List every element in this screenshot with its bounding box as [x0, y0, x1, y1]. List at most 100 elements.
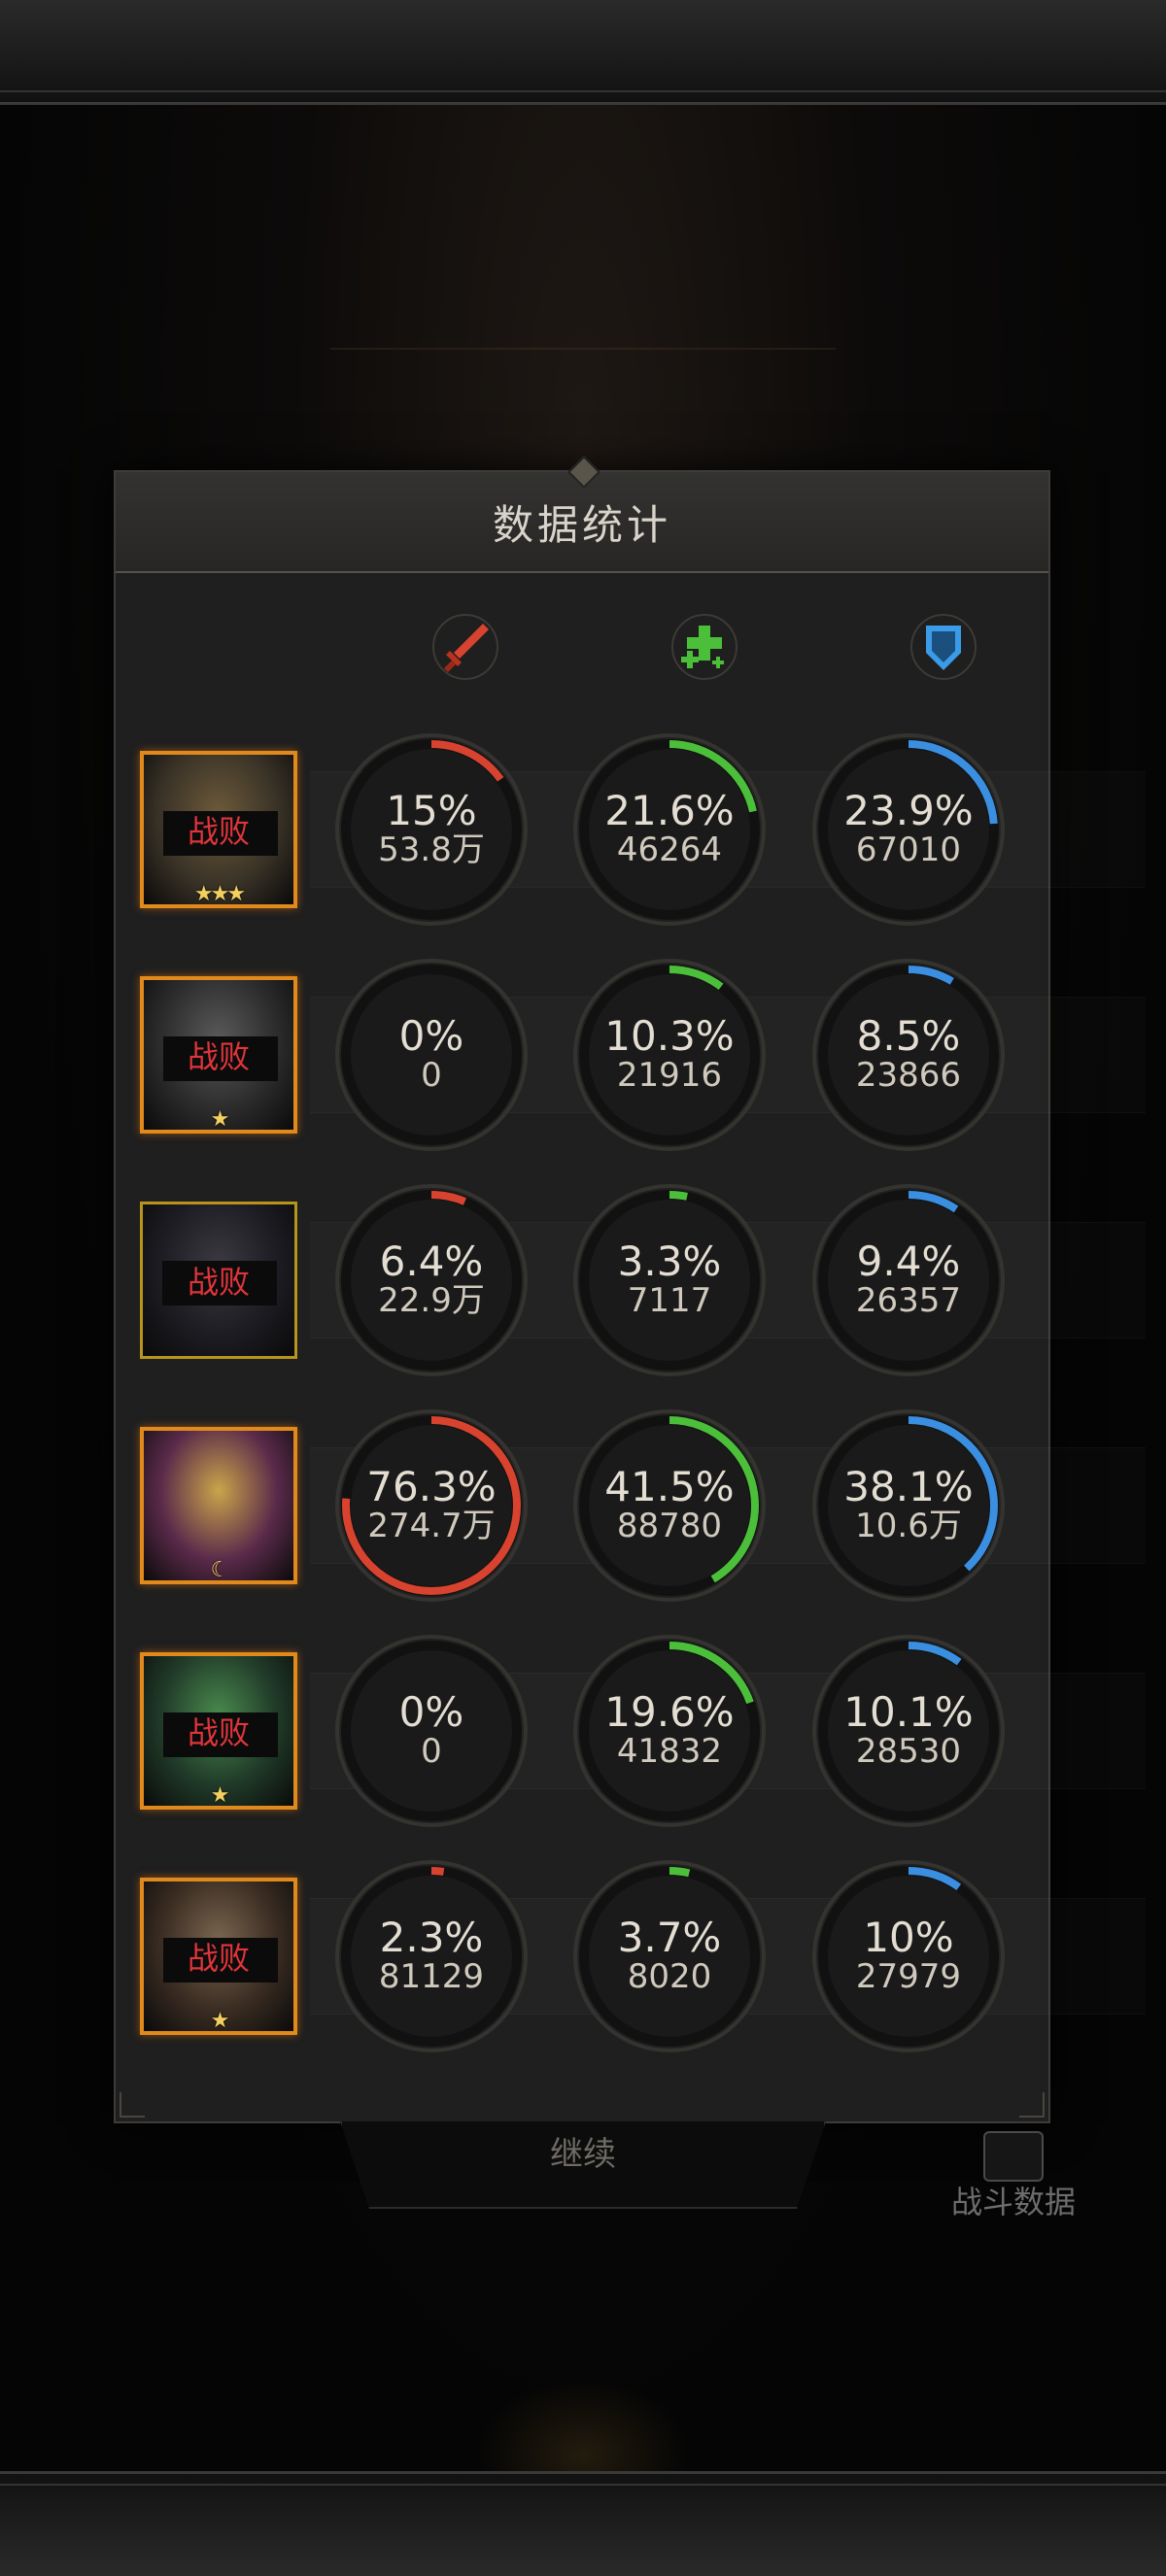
damage-value: 81129	[378, 1957, 485, 1996]
damage-stat-ring: 76.3% 274.7万	[334, 1408, 529, 1603]
damage-stat-ring: 0% 0	[334, 1634, 529, 1828]
damage-column-sword-icon	[427, 608, 504, 686]
damage-value: 274.7万	[367, 1507, 496, 1545]
damage-percent: 6.4%	[379, 1237, 484, 1285]
tank-stat-text: 10.1% 28530	[811, 1634, 1006, 1828]
panel-title: 数据统计	[492, 500, 671, 549]
corner-ornament	[1019, 2092, 1045, 2118]
damage-stat-text: 6.4% 22.9万	[334, 1183, 529, 1377]
star-rank: ★	[210, 1107, 230, 1132]
heal-percent: 19.6%	[604, 1688, 735, 1736]
heal-value: 46264	[616, 830, 723, 869]
tank-stat-ring: 23.9% 67010	[811, 732, 1006, 927]
heal-stat-text: 10.3% 21916	[572, 958, 767, 1152]
tank-percent: 23.9%	[843, 787, 974, 834]
panel-header: 数据统计	[116, 472, 1048, 573]
tank-stat-text: 8.5% 23866	[811, 958, 1006, 1152]
heal-stat-text: 19.6% 41832	[572, 1634, 767, 1828]
heal-percent: 41.5%	[604, 1463, 735, 1510]
damage-value: 0	[421, 1056, 442, 1095]
damage-percent: 2.3%	[379, 1914, 484, 1961]
defeat-label: 战败	[187, 1038, 250, 1075]
heal-value: 7117	[627, 1281, 712, 1320]
tank-stat-ring: 38.1% 10.6万	[811, 1408, 1006, 1603]
tank-stat-text: 10% 27979	[811, 1859, 1006, 2053]
tank-percent: 8.5%	[856, 1012, 961, 1060]
damage-percent: 76.3%	[366, 1463, 497, 1510]
damage-value: 22.9万	[378, 1281, 485, 1320]
defeat-label: 战败	[187, 1940, 250, 1977]
damage-percent: 0%	[398, 1688, 464, 1736]
star-rank: ★	[210, 2009, 230, 2033]
heal-value: 8020	[627, 1957, 712, 1996]
damage-stat-text: 2.3% 81129	[334, 1859, 529, 2053]
hero-portrait[interactable]: 战败 ★★★	[140, 751, 297, 908]
heal-stat-ring: 19.6% 41832	[572, 1634, 767, 1828]
damage-percent: 15%	[386, 787, 477, 834]
tank-value: 23866	[855, 1056, 962, 1095]
hero-portrait[interactable]: ☾	[140, 1427, 297, 1584]
damage-stat-ring: 0% 0	[334, 958, 529, 1152]
hero-portrait[interactable]: 战败 ★	[140, 1652, 297, 1810]
tank-value: 10.6万	[855, 1507, 962, 1545]
damage-stat-text: 0% 0	[334, 958, 529, 1152]
damage-stat-ring: 15% 53.8万	[334, 732, 529, 927]
tank-value: 27979	[855, 1957, 962, 1996]
heal-value: 41832	[616, 1732, 723, 1771]
heal-stat-ring: 3.3% 7117	[572, 1183, 767, 1377]
heal-percent: 3.7%	[617, 1914, 722, 1961]
damage-value: 0	[421, 1732, 442, 1771]
star-rank: ☾	[210, 1558, 230, 1582]
tank-stat-text: 38.1% 10.6万	[811, 1408, 1006, 1603]
top-frame	[0, 0, 1166, 105]
damage-stat-text: 0% 0	[334, 1634, 529, 1828]
heal-stat-ring: 21.6% 46264	[572, 732, 767, 927]
damage-value: 53.8万	[378, 830, 485, 869]
heal-value: 21916	[616, 1056, 723, 1095]
heal-percent: 21.6%	[604, 787, 735, 834]
corner-ornament	[120, 2092, 145, 2118]
damage-stat-ring: 6.4% 22.9万	[334, 1183, 529, 1377]
continue-label: 继续	[550, 2134, 616, 2174]
heal-stat-text: 3.3% 7117	[572, 1183, 767, 1377]
continue-button[interactable]: 继续	[340, 2121, 826, 2209]
damage-stat-text: 76.3% 274.7万	[334, 1408, 529, 1603]
tank-column-shield-icon	[905, 608, 982, 686]
heal-percent: 10.3%	[604, 1012, 735, 1060]
defeat-label: 战败	[187, 813, 250, 850]
bottom-frame	[0, 2471, 1166, 2576]
heal-stat-ring: 3.7% 8020	[572, 1859, 767, 2053]
hero-portrait[interactable]: 战败 ★	[140, 976, 297, 1134]
heal-stat-text: 3.7% 8020	[572, 1859, 767, 2053]
tank-stat-ring: 9.4% 26357	[811, 1183, 1006, 1377]
tank-percent: 9.4%	[856, 1237, 961, 1285]
heal-stat-text: 41.5% 88780	[572, 1408, 767, 1603]
heal-percent: 3.3%	[617, 1237, 722, 1285]
battle-data-label: 战斗数据	[950, 2184, 1076, 2220]
hero-portrait[interactable]: 战败	[140, 1202, 297, 1359]
tank-stat-ring: 10.1% 28530	[811, 1634, 1006, 1828]
damage-percent: 0%	[398, 1012, 464, 1060]
heal-stat-ring: 10.3% 21916	[572, 958, 767, 1152]
tank-stat-text: 9.4% 26357	[811, 1183, 1006, 1377]
battle-data-button[interactable]: 战斗数据	[950, 2123, 1077, 2220]
stats-panel: 数据统计 战败 ★★★ 15% 53.8万 21.6% 46264 23.9% 67010 战败…	[114, 470, 1050, 2123]
hero-portrait[interactable]: 战败 ★	[140, 1878, 297, 2035]
tank-stat-ring: 10% 27979	[811, 1859, 1006, 2053]
battle-data-icon	[983, 2131, 1044, 2182]
tank-percent: 10.1%	[843, 1688, 974, 1736]
heal-stat-ring: 41.5% 88780	[572, 1408, 767, 1603]
heal-value: 88780	[616, 1507, 723, 1545]
defeat-label: 战败	[187, 1714, 250, 1751]
damage-stat-text: 15% 53.8万	[334, 732, 529, 927]
heal-column-cross-icon	[666, 608, 743, 686]
tank-value: 28530	[855, 1732, 962, 1771]
defeat-label: 战败	[187, 1264, 250, 1301]
tank-value: 67010	[855, 830, 962, 869]
tank-stat-ring: 8.5% 23866	[811, 958, 1006, 1152]
tank-value: 26357	[855, 1281, 962, 1320]
tank-percent: 10%	[863, 1914, 954, 1961]
star-rank: ★	[210, 1783, 230, 1808]
damage-stat-ring: 2.3% 81129	[334, 1859, 529, 2053]
tank-percent: 38.1%	[843, 1463, 974, 1510]
